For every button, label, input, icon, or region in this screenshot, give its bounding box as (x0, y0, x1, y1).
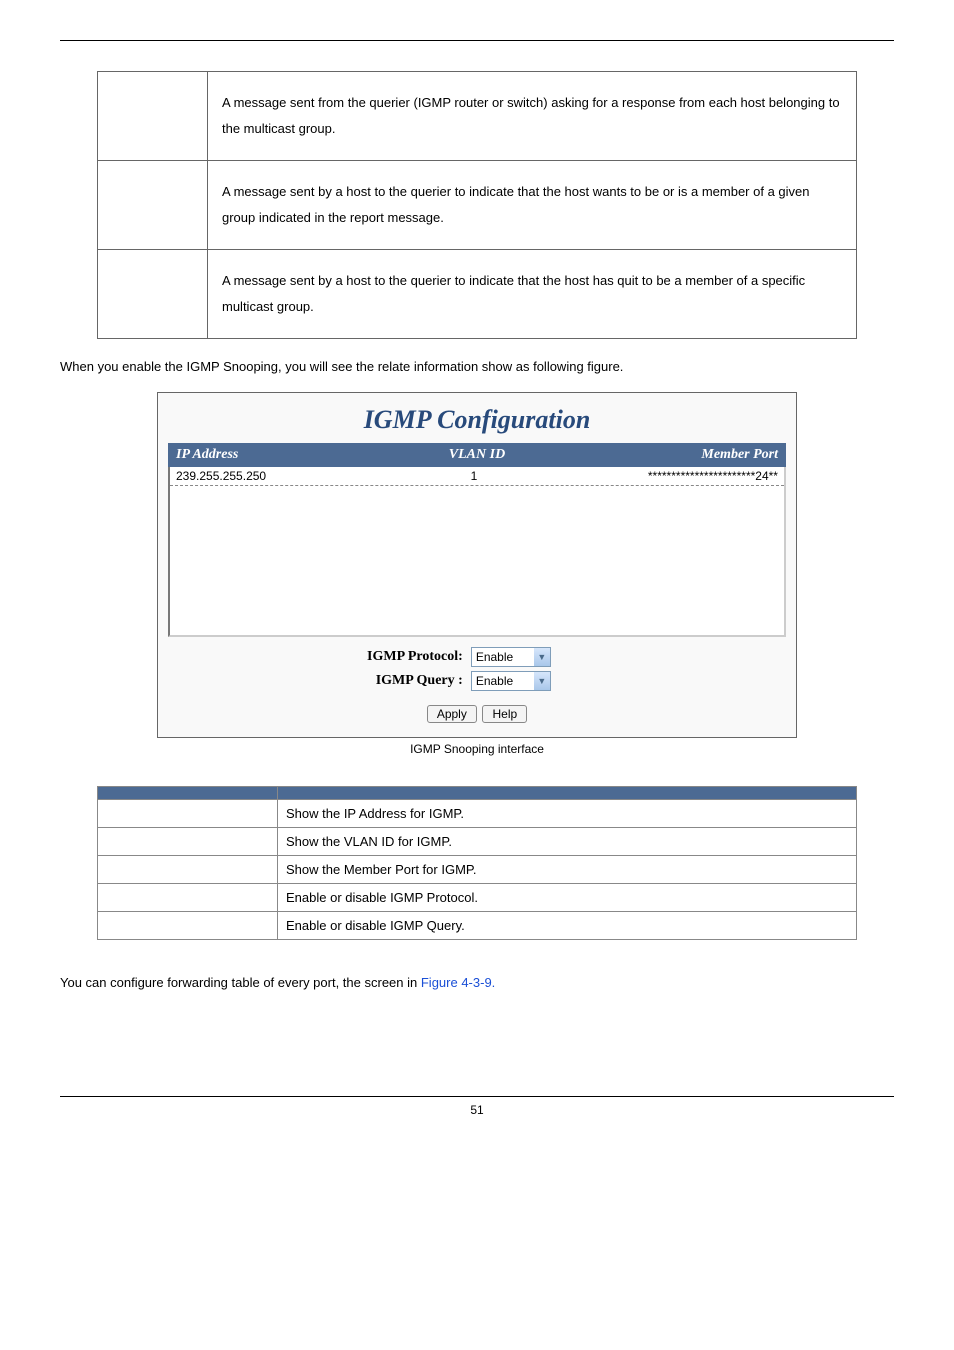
apply-button[interactable]: Apply (427, 705, 477, 723)
screenshot-box: IGMP Configuration IP Address VLAN ID Me… (157, 392, 797, 738)
desc-text: Show the VLAN ID for IGMP. (278, 828, 857, 856)
table-row[interactable]: 239.255.255.250 1 **********************… (170, 467, 784, 486)
table-row: Show the IP Address for IGMP. (98, 800, 857, 828)
top-rule (60, 40, 894, 41)
chevron-down-icon: ▼ (534, 648, 550, 666)
desc-head-field (98, 787, 278, 800)
note-line: When you enable the IGMP Snooping, you w… (60, 359, 894, 374)
table-row: Enable or disable IGMP Protocol. (98, 884, 857, 912)
figure-caption: IGMP Snooping interface (60, 742, 894, 756)
igmp-grid-body: 239.255.255.250 1 **********************… (168, 467, 786, 637)
col-port: Member Port (580, 443, 786, 467)
desc-text: Show the IP Address for IGMP. (278, 800, 857, 828)
igmp-protocol-row: IGMP Protocol: Enable ▼ (168, 647, 786, 667)
button-row: Apply Help (168, 705, 786, 723)
desc-text: Enable or disable IGMP Query. (278, 912, 857, 940)
table-row: A message sent by a host to the querier … (98, 250, 857, 339)
message-text: A message sent by a host to the querier … (208, 161, 857, 250)
desc-field (98, 856, 278, 884)
igmp-grid-header: IP Address VLAN ID Member Port (168, 443, 786, 467)
desc-text: Show the Member Port for IGMP. (278, 856, 857, 884)
table-row: Show the Member Port for IGMP. (98, 856, 857, 884)
desc-field (98, 884, 278, 912)
figure-link[interactable]: Figure 4-3-9. (421, 975, 495, 990)
igmp-protocol-select[interactable]: Enable ▼ (471, 647, 551, 667)
message-text: A message sent by a host to the querier … (208, 250, 857, 339)
bottom-rule (60, 1096, 894, 1097)
table-row: Show the VLAN ID for IGMP. (98, 828, 857, 856)
para-text: You can configure forwarding table of ev… (60, 975, 421, 990)
description-table: Show the IP Address for IGMP. Show the V… (97, 786, 857, 940)
message-label (98, 161, 208, 250)
table-row: A message sent by a host to the querier … (98, 161, 857, 250)
page-number: 51 (60, 1103, 894, 1117)
igmp-query-label: IGMP Query : (168, 673, 471, 689)
message-text: A message sent from the querier (IGMP ro… (208, 72, 857, 161)
cell-port: ***********************24** (573, 469, 778, 483)
igmp-protocol-label: IGMP Protocol: (168, 649, 471, 665)
panel-title: IGMP Configuration (168, 405, 786, 435)
table-row: A message sent from the querier (IGMP ro… (98, 72, 857, 161)
message-label (98, 72, 208, 161)
desc-field (98, 828, 278, 856)
help-button[interactable]: Help (482, 705, 527, 723)
desc-head-desc (278, 787, 857, 800)
desc-text: Enable or disable IGMP Protocol. (278, 884, 857, 912)
message-label (98, 250, 208, 339)
cell-vlan: 1 (375, 469, 574, 483)
desc-field (98, 912, 278, 940)
select-value: Enable (472, 674, 534, 688)
select-value: Enable (472, 650, 534, 664)
desc-field (98, 800, 278, 828)
body-paragraph: You can configure forwarding table of ev… (60, 970, 894, 996)
cell-ip: 239.255.255.250 (176, 469, 375, 483)
igmp-query-row: IGMP Query : Enable ▼ (168, 671, 786, 691)
table-row: Enable or disable IGMP Query. (98, 912, 857, 940)
igmp-query-select[interactable]: Enable ▼ (471, 671, 551, 691)
col-vlan: VLAN ID (374, 443, 580, 467)
chevron-down-icon: ▼ (534, 672, 550, 690)
col-ip: IP Address (168, 443, 374, 467)
messages-table: A message sent from the querier (IGMP ro… (97, 71, 857, 339)
